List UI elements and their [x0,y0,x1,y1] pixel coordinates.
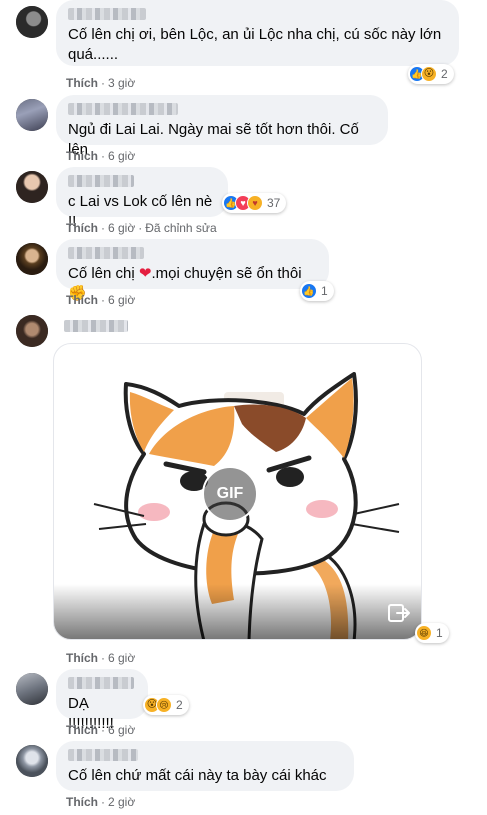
comment-time[interactable]: 6 giờ [108,723,135,737]
reaction-count: 2 [441,67,448,81]
comment-text-part: .mọi chuyện sẽ ổn thôi [151,265,302,282]
wow-reaction-icon: 😮 [421,66,437,82]
like-button[interactable]: Thích [66,651,98,665]
reaction-summary[interactable]: 👍 ♥ ♥ 37 [222,193,287,213]
avatar[interactable] [16,315,48,347]
like-button[interactable]: Thích [66,149,98,163]
comment-actions: Thích · 6 giờ · Đã chỉnh sửa [66,221,217,235]
haha-reaction-icon: 😆 [416,625,432,641]
commenter-name-blurred[interactable] [68,175,134,187]
reaction-summary[interactable]: 😮 😢 2 [143,695,189,715]
comment-text: Cố lên chị ơi, bên Lộc, an ủi Lộc nha ch… [68,26,442,63]
comment-time[interactable]: 6 giờ [108,293,135,307]
comment-text-part: Cố lên chị [68,265,135,282]
comment-bubble: Ngủ đi Lai Lai. Ngày mai sẽ tốt hơn thôi… [56,95,388,158]
avatar[interactable] [16,745,48,777]
reaction-summary[interactable]: 👍 😮 2 [408,64,454,84]
commenter-name-blurred[interactable] [68,103,178,115]
reaction-summary[interactable]: 😆 1 [415,623,449,643]
comment-time[interactable]: 6 giờ [108,221,135,235]
avatar[interactable] [16,243,48,275]
comment-actions: Thích · 6 giờ [66,149,136,163]
comment-time[interactable]: 6 giờ [108,651,135,665]
sad-reaction-icon: 😢 [156,697,172,713]
avatar[interactable] [16,6,48,38]
reaction-summary[interactable]: 👍 1 [300,281,334,301]
like-button[interactable]: Thích [66,221,98,235]
comment-time[interactable]: 2 giờ [108,795,135,809]
gif-play-button[interactable]: GIF [202,466,258,522]
red-heart-emoji: ❤ [138,265,152,282]
reaction-count: 2 [176,698,183,712]
comment-bubble: Cố lên chị ơi, bên Lộc, an ủi Lộc nha ch… [56,0,459,66]
like-reaction-icon: 👍 [301,283,317,299]
edited-label[interactable]: Đã chỉnh sửa [145,221,216,235]
commenter-name-blurred[interactable] [68,8,146,20]
comment-bubble: Cố lên chứ mất cái này ta bày cái khác [56,741,354,791]
like-button[interactable]: Thích [66,795,98,809]
avatar[interactable] [16,171,48,203]
comment-text: Cố lên chứ mất cái này ta bày cái khác [68,767,327,784]
commenter-name-blurred[interactable] [64,320,128,332]
reaction-count: 37 [267,196,281,210]
commenter-name-blurred[interactable] [68,677,134,689]
comment-bubble: Cố lên chị ❤.mọi chuyện sẽ ổn thôi ✊ [56,239,329,302]
comment-actions: Thích · 2 giờ [66,795,136,809]
comment-actions: Thích · 6 giờ [66,293,136,307]
comment-time[interactable]: 3 giờ [108,76,135,90]
commenter-name-blurred[interactable] [68,247,144,259]
comment-time[interactable]: 6 giờ [108,149,135,163]
like-button[interactable]: Thích [66,723,98,737]
comment-bubble: DẠ !!!!!!!!!!! [56,669,148,732]
comment-actions: Thích · 3 giờ [66,76,136,90]
care-reaction-icon: ♥ [247,195,263,211]
like-button[interactable]: Thích [66,293,98,307]
like-button[interactable]: Thích [66,76,98,90]
avatar[interactable] [16,673,48,705]
reaction-count: 1 [436,626,443,640]
comment-actions: Thích · 6 giờ [66,651,136,665]
reaction-count: 1 [321,284,328,298]
comment-bubble: c Lai vs Lok cố lên nè !! [56,167,228,230]
comment-actions: Thích · 6 giờ [66,723,136,737]
commenter-name-blurred[interactable] [68,749,138,761]
avatar[interactable] [16,99,48,131]
share-icon[interactable] [387,602,411,624]
